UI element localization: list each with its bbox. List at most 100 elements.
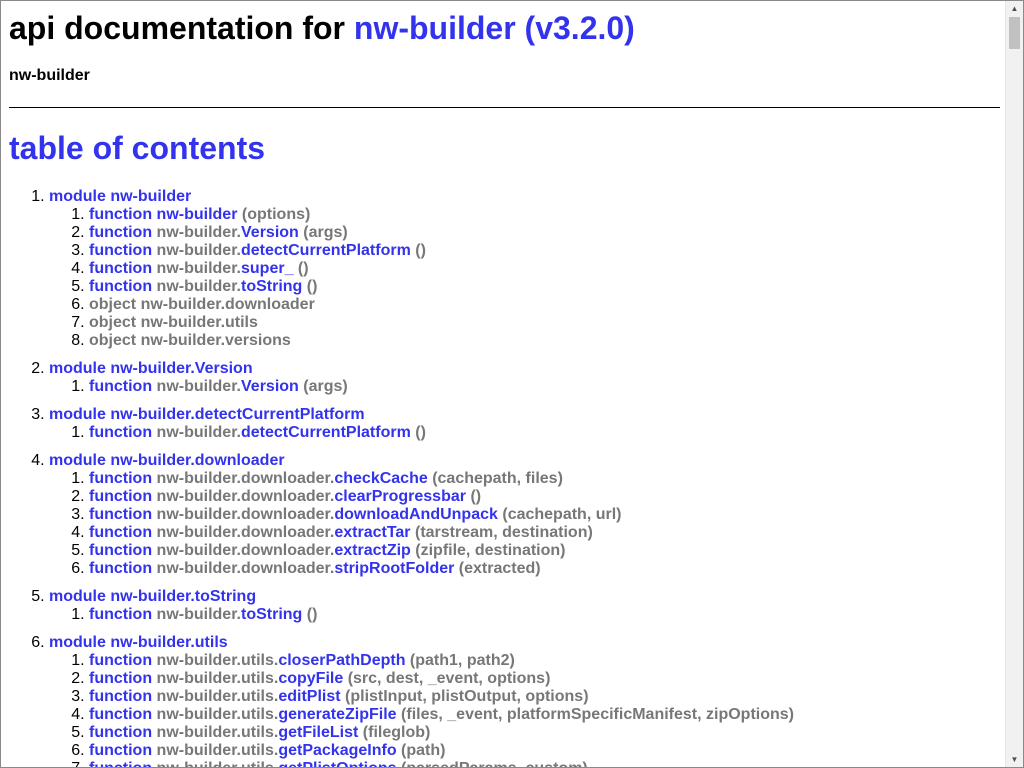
vertical-scrollbar[interactable]: ▲ ▼ [1005,1,1023,767]
toc-entry: function nw-builder.detectCurrentPlatfor… [89,424,989,442]
toc-heading[interactable]: table of contents [9,129,265,167]
toc-entry: function nw-builder.utils.getPlistOption… [89,760,989,767]
toc-entry-namespace: nw-builder.utils. [157,760,279,767]
toc-entry-kind[interactable]: function [89,706,152,723]
toc-entry-args: (tarstream, destination) [414,524,593,541]
toc-entry-namespace: nw-builder. [156,260,241,277]
toc-entry-name[interactable]: copyFile [278,670,343,687]
toc-module-item: module nw-builder.detectCurrentPlatformf… [49,406,989,442]
toc-entry-kind[interactable]: function [89,560,152,577]
toc-entry-list: function nw-builder.downloader.checkCach… [49,470,989,578]
toc-entry-kind[interactable]: function [89,670,152,687]
toc-entry: object nw-builder.utils [89,314,989,332]
toc-entry-args: () [306,278,318,295]
toc-entry-name[interactable]: Version [241,224,299,241]
toc-entry: function nw-builder.utils.getPackageInfo… [89,742,989,760]
toc-entry-namespace: nw-builder.downloader. [156,506,335,523]
toc-entry-namespace: nw-builder. [156,606,241,623]
toc-entry-name[interactable]: clearProgressbar [334,488,466,505]
toc-entry-args: () [415,424,426,441]
toc-entry-name[interactable]: stripRootFolder [334,560,454,577]
toc-entry-name[interactable]: nw-builder [157,206,238,223]
toc-entry: function nw-builder.toString () [89,606,989,624]
toc-entry-namespace: nw-builder.downloader. [156,560,335,577]
toc-entry-kind[interactable]: function [89,742,152,759]
toc-entry-name[interactable]: getPackageInfo [278,742,396,759]
toc-entry-kind[interactable]: function [89,206,152,223]
toc-module-link[interactable]: module nw-builder.downloader [49,452,285,469]
toc-entry-kind[interactable]: function [89,278,152,295]
toc-entry-kind[interactable]: function [89,260,152,277]
toc-entry-kind[interactable]: function [89,606,152,623]
toc-entry-args: (extracted) [458,560,541,577]
toc-entry-kind[interactable]: function [89,424,152,441]
toc-entry-namespace: nw-builder. [156,224,241,241]
scroll-up-arrow-icon[interactable]: ▲ [1006,1,1023,16]
toc-entry-kind[interactable]: function [89,224,152,241]
toc-entry-namespace: nw-builder. [156,278,241,295]
toc-entry-args: () [470,488,482,505]
toc-entry: function nw-builder.downloader.checkCach… [89,470,989,488]
package-name: nw-builder [9,67,90,84]
toc-entry-namespace: nw-builder.downloader. [156,488,335,505]
toc-entry-namespace: nw-builder.downloader. [156,524,335,541]
toc-entry-args: (files, _event, platformSpecificManifest… [401,706,794,723]
toc-entry: function nw-builder.utils.editPlist (pli… [89,688,989,706]
toc-entry-name[interactable]: downloadAndUnpack [334,506,498,523]
toc-module-item: module nw-builderfunction nw-builder (op… [49,188,989,350]
toc-entry-args: () [415,242,426,259]
toc-entry-kind[interactable]: function [89,724,152,741]
toc-entry-name[interactable]: extractZip [334,542,410,559]
toc-entry-kind[interactable]: function [89,542,152,559]
toc-entry-name[interactable]: checkCache [334,470,427,487]
toc-entry-args: () [306,606,318,623]
toc-entry-args: (cachepath, url) [502,506,622,523]
scroll-thumb[interactable] [1009,17,1020,49]
toc-entry-kind[interactable]: function [89,506,152,523]
toc-entry-kind[interactable]: function [89,242,152,259]
toc-entry-name[interactable]: toString [241,278,302,295]
toc-entry-kind[interactable]: function [89,652,152,669]
toc-module-link[interactable]: module nw-builder.toString [49,588,256,605]
toc-entry-kind[interactable]: function [89,470,152,487]
toc-entry-list: function nw-builder.detectCurrentPlatfor… [49,424,989,442]
toc-entry-namespace: nw-builder.downloader. [156,542,335,559]
toc-entry-kind[interactable]: function [89,524,152,541]
toc-module-link[interactable]: module nw-builder.utils [49,634,228,651]
toc-module-link[interactable]: module nw-builder.detectCurrentPlatform [49,406,365,423]
toc-entry-name[interactable]: super_ [241,260,293,277]
scroll-down-arrow-icon[interactable]: ▼ [1006,752,1023,767]
toc-entry: function nw-builder.toString () [89,278,989,296]
toc-module-link[interactable]: module nw-builder.Version [49,360,253,377]
toc-entry-kind[interactable]: function [89,378,152,395]
toc-entry-args: (path) [401,742,446,759]
toc-object-entry: object nw-builder.utils [89,314,258,331]
toc-entry-kind[interactable]: function [89,488,152,505]
toc-entry: function nw-builder.downloader.extractTa… [89,524,989,542]
toc-entry-namespace: nw-builder.utils. [156,706,279,723]
toc-entry-name[interactable]: detectCurrentPlatform [241,424,411,441]
toc-entry-kind[interactable]: function [89,688,152,705]
toc-entry-name[interactable]: extractTar [334,524,410,541]
toc-entry-name[interactable]: toString [241,606,302,623]
toc-entry-name[interactable]: getPlistOptions [278,760,396,767]
toc-entry: function nw-builder.utils.getFileList (f… [89,724,989,742]
toc-entry-name[interactable]: Version [241,378,299,395]
toc-entry: function nw-builder.utils.generateZipFil… [89,706,989,724]
toc-entry-args: (options) [241,206,311,223]
toc-entry-name[interactable]: editPlist [278,688,340,705]
toc-entry-name[interactable]: detectCurrentPlatform [241,242,411,259]
toc-entry-namespace: nw-builder.utils. [156,670,279,687]
toc-entry-kind[interactable]: function [89,760,152,767]
toc-entry-args: (args) [303,378,348,395]
toc-module-link[interactable]: module nw-builder [49,188,191,205]
toc-entry: function nw-builder.downloader.clearProg… [89,488,989,506]
toc-entry-args: (args) [303,224,348,241]
toc-entry: function nw-builder (options) [89,206,989,224]
toc-entry-name[interactable]: generateZipFile [278,706,396,723]
toc-entry-name[interactable]: closerPathDepth [278,652,405,669]
toc-entry-name[interactable]: getFileList [278,724,358,741]
toc-entry-list: function nw-builder (options)function nw… [49,206,989,350]
toc-entry-namespace: nw-builder. [156,242,241,259]
page-title-link[interactable]: nw-builder (v3.2.0) [354,10,635,46]
